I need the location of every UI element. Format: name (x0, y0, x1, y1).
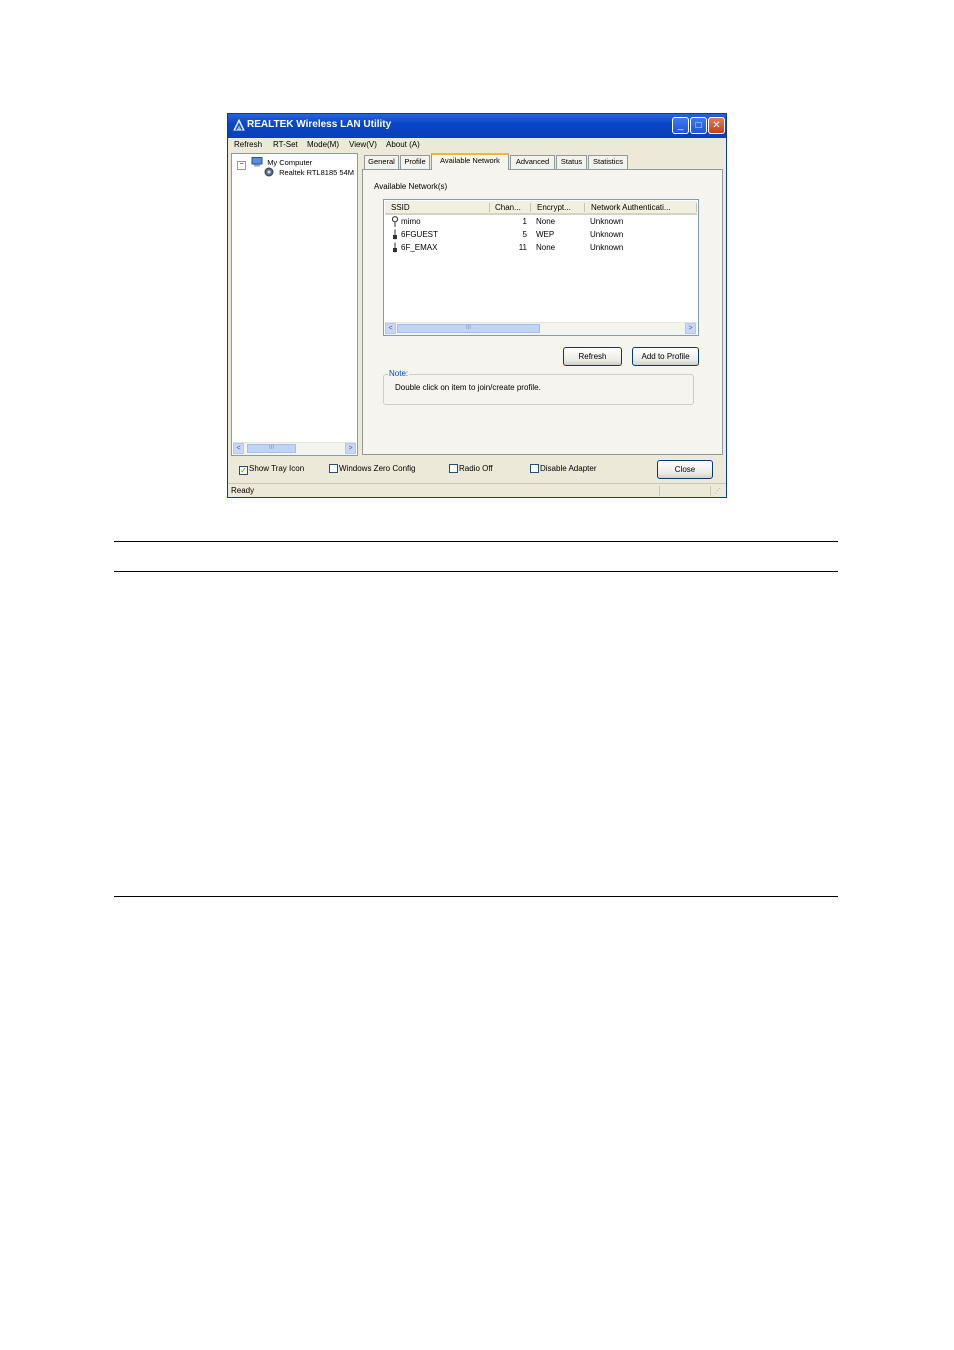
close-window-button[interactable]: ✕ (708, 117, 725, 134)
windows-zero-config-checkbox[interactable]: Windows Zero Config (329, 464, 415, 473)
adhoc-icon (393, 229, 397, 240)
tree-label-my-computer: My Computer (267, 158, 313, 167)
close-icon: ✕ (712, 120, 721, 131)
column-ssid[interactable]: SSID (391, 203, 410, 212)
list-header: SSID Chan... Encrypt... Network Authenti… (385, 201, 697, 215)
title-bar[interactable]: REALTEK Wireless LAN Utility _ □ ✕ (228, 114, 726, 138)
checkmark-icon[interactable]: ✓ (239, 466, 248, 475)
column-channel[interactable]: Chan... (495, 203, 521, 212)
encryption-cell: None (536, 217, 556, 226)
ssid-cell: 6FGUEST (401, 230, 438, 239)
radio-off-label: Radio Off (459, 464, 493, 473)
disable-adapter-checkbox[interactable]: Disable Adapter (530, 464, 596, 473)
menu-view[interactable]: View(V) (349, 140, 377, 149)
tab-status[interactable]: Status (556, 155, 587, 169)
adhoc-icon (393, 242, 397, 253)
channel-cell: 1 (522, 217, 527, 226)
tree-scrollbar[interactable]: < III > (233, 442, 356, 455)
network-list[interactable]: SSID Chan... Encrypt... Network Authenti… (383, 199, 699, 336)
divider-line (114, 896, 838, 897)
list-item[interactable]: 6FGUEST 5 WEP Unknown (385, 229, 697, 242)
show-tray-icon-checkbox[interactable]: ✓ Show Tray Icon (239, 464, 304, 475)
encryption-cell: WEP (536, 230, 555, 239)
list-item[interactable]: mimo 1 None Unknown (385, 216, 697, 229)
list-scrollbar[interactable]: < III > (385, 322, 697, 335)
menu-refresh[interactable]: Refresh (234, 140, 262, 149)
minimize-icon: _ (677, 120, 684, 131)
tree-label-adapter: Realtek RTL8185 54M (279, 168, 354, 177)
ssid-cell: mimo (401, 217, 421, 226)
maximize-icon: □ (695, 120, 702, 131)
collapse-icon[interactable]: − (237, 161, 246, 170)
tab-advanced[interactable]: Advanced (510, 155, 555, 169)
utility-window: REALTEK Wireless LAN Utility _ □ ✕ Refre… (227, 113, 727, 498)
computer-icon (251, 157, 263, 167)
status-bar: Ready ⋰ (228, 483, 726, 497)
divider-line (114, 541, 838, 542)
tab-statistics[interactable]: Statistics (588, 155, 628, 169)
note-text: Double click on item to join/create prof… (395, 383, 541, 392)
minimize-button[interactable]: _ (672, 117, 689, 134)
ssid-cell: 6F_EMAX (401, 243, 438, 252)
menu-about[interactable]: About (A) (386, 140, 420, 149)
maximize-button[interactable]: □ (690, 117, 707, 134)
channel-cell: 5 (522, 230, 527, 239)
available-networks-label: Available Network(s) (374, 182, 448, 191)
column-encryption[interactable]: Encrypt... (537, 203, 571, 212)
tree-node-adapter[interactable]: Realtek RTL8185 54M (263, 167, 354, 177)
tab-profile[interactable]: Profile (400, 155, 430, 169)
channel-cell: 11 (518, 243, 527, 252)
windows-zero-config-label: Windows Zero Config (339, 464, 416, 473)
close-button[interactable]: Close (657, 460, 713, 479)
scroll-thumb[interactable]: III (397, 324, 540, 333)
resize-grip-icon[interactable]: ⋰ (714, 487, 721, 495)
radio-off-checkbox[interactable]: Radio Off (449, 464, 493, 473)
disable-adapter-label: Disable Adapter (540, 464, 597, 473)
list-item[interactable]: 6F_EMAX 11 None Unknown (385, 242, 697, 255)
window-title: REALTEK Wireless LAN Utility (247, 119, 392, 130)
add-to-profile-button[interactable]: Add to Profile (632, 347, 699, 366)
refresh-button[interactable]: Refresh (563, 347, 622, 366)
auth-cell: Unknown (590, 243, 624, 252)
tab-available-network[interactable]: Available Network (431, 153, 509, 170)
infrastructure-icon (391, 216, 399, 227)
scroll-left-icon[interactable]: < (385, 323, 396, 334)
scroll-left-icon[interactable]: < (233, 443, 244, 454)
auth-cell: Unknown (590, 230, 624, 239)
show-tray-icon-label: Show Tray Icon (249, 464, 305, 473)
menu-mode[interactable]: Mode(M) (307, 140, 339, 149)
scroll-thumb[interactable]: III (247, 444, 296, 453)
divider-line (114, 571, 838, 572)
device-tree[interactable]: − My Computer Realtek RTL8185 54M < III … (231, 153, 358, 456)
network-adapter-icon (264, 167, 274, 177)
tab-general[interactable]: General (364, 155, 399, 169)
menu-bar: Refresh RT-Set Mode(M) View(V) About (A) (228, 138, 726, 152)
status-text: Ready (231, 486, 255, 495)
column-authentication[interactable]: Network Authenticati... (591, 203, 671, 212)
menu-rt-set[interactable]: RT-Set (273, 140, 298, 149)
note-title: Note: (388, 369, 410, 378)
realtek-app-icon (233, 118, 245, 131)
scroll-right-icon[interactable]: > (345, 443, 356, 454)
auth-cell: Unknown (590, 217, 624, 226)
scroll-right-icon[interactable]: > (685, 323, 696, 334)
encryption-cell: None (536, 243, 556, 252)
